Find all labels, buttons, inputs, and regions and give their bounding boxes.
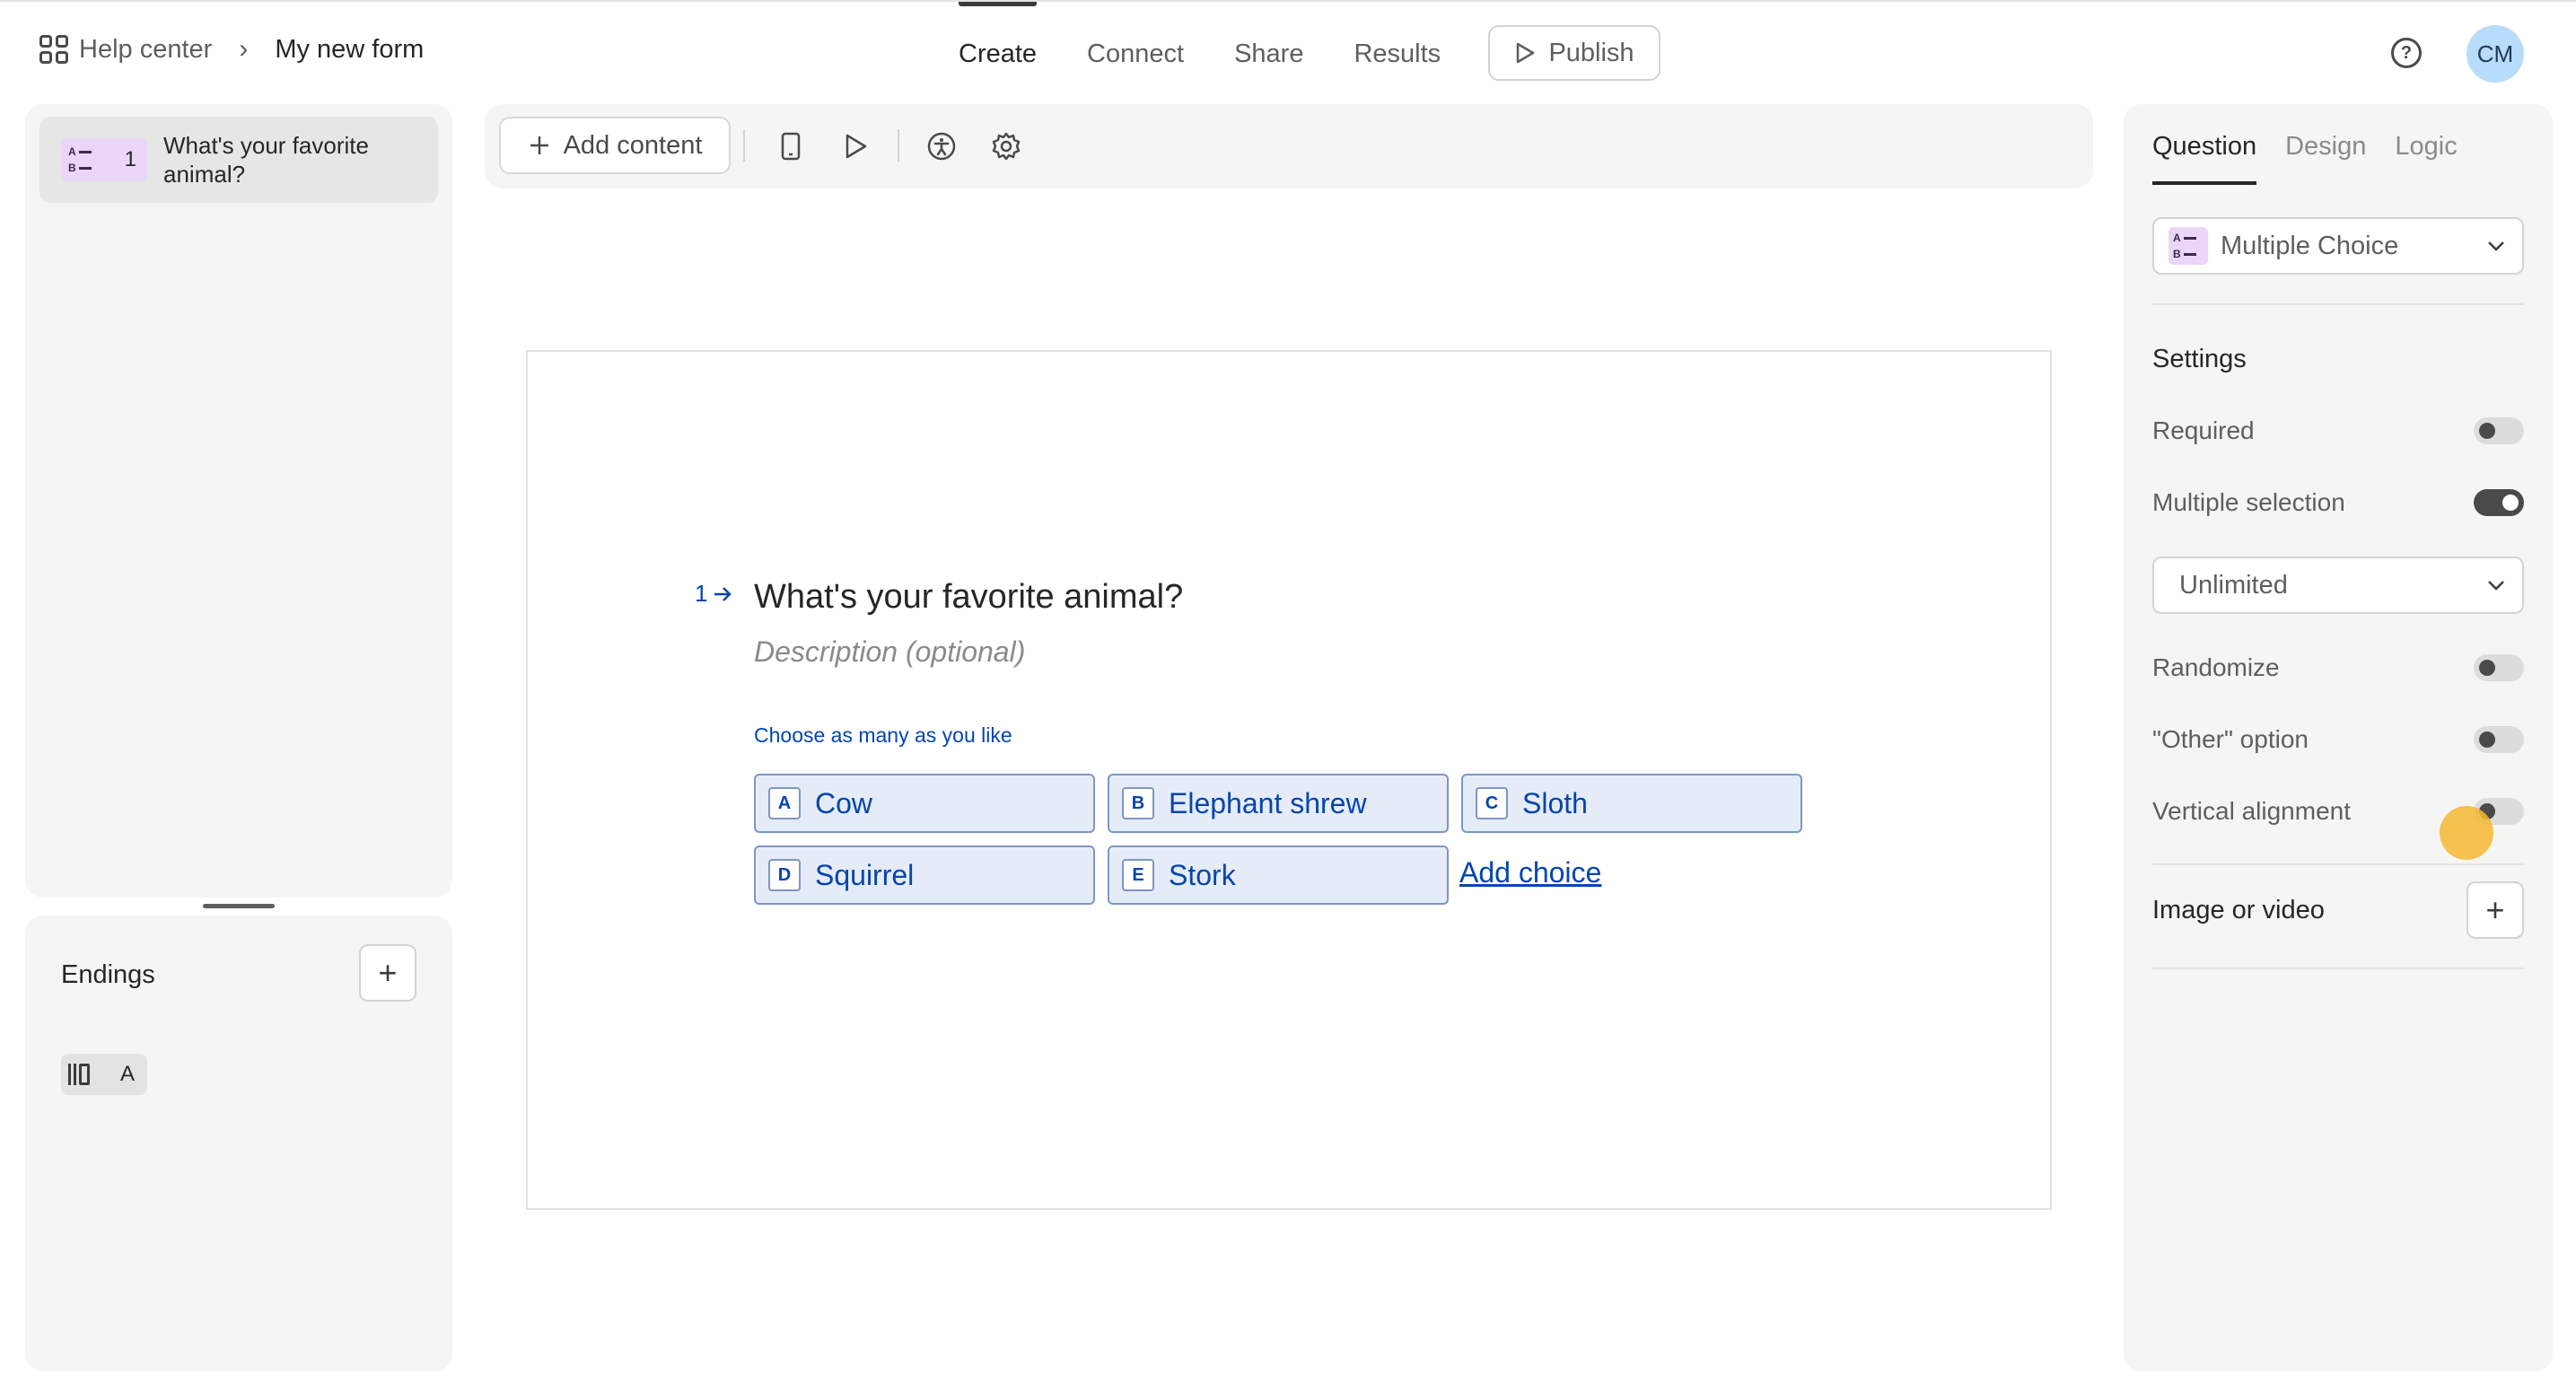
editor-toolbar: Add content bbox=[485, 104, 2093, 188]
multiple-choice-icon: AB bbox=[68, 146, 99, 173]
selection-limit-value: Unlimited bbox=[2179, 570, 2288, 600]
toolbar-divider bbox=[743, 129, 745, 162]
setting-multiple-selection: Multiple selection bbox=[2152, 485, 2524, 521]
panel-divider bbox=[2152, 303, 2524, 305]
choice-option[interactable]: B Elephant shrew bbox=[1108, 774, 1449, 833]
question-number-indicator: 1 bbox=[695, 580, 732, 608]
ending-label: A bbox=[119, 1062, 135, 1086]
tab-connect[interactable]: Connect bbox=[1087, 2, 1184, 106]
question-circle-icon[interactable]: ? bbox=[2391, 38, 2422, 68]
publish-button[interactable]: Publish bbox=[1488, 25, 1660, 81]
choice-option[interactable]: A Cow bbox=[754, 774, 1095, 833]
choice-hint: Choose as many as you like bbox=[754, 723, 1012, 747]
panel-resize-handle[interactable] bbox=[203, 904, 275, 908]
selection-limit-select[interactable]: Unlimited bbox=[2152, 556, 2524, 614]
top-bar: Help center › My new form Create Connect… bbox=[0, 0, 2576, 104]
question-list-title: What's your favorite animal? bbox=[163, 132, 369, 188]
chevron-down-icon bbox=[2488, 581, 2504, 591]
choice-option[interactable]: C Sloth bbox=[1461, 774, 1802, 833]
setting-label: Multiple selection bbox=[2152, 488, 2345, 516]
panel-divider bbox=[2152, 863, 2524, 865]
cursor-highlight bbox=[2440, 806, 2493, 860]
publish-label: Publish bbox=[1548, 38, 1634, 67]
add-choice-link[interactable]: Add choice bbox=[1459, 856, 1601, 889]
canvas-question-number: 1 bbox=[695, 580, 708, 607]
endings-heading: Endings bbox=[61, 960, 155, 989]
breadcrumb: Help center › My new form bbox=[39, 34, 424, 65]
accessibility-icon[interactable] bbox=[924, 129, 959, 163]
add-image-button[interactable]: + bbox=[2466, 881, 2524, 939]
choice-label: Cow bbox=[815, 786, 873, 819]
settings-heading: Settings bbox=[2152, 345, 2247, 373]
choice-key: E bbox=[1122, 859, 1154, 891]
required-toggle[interactable] bbox=[2474, 417, 2524, 444]
endings-panel: Endings + A bbox=[25, 916, 452, 1371]
choice-key: A bbox=[768, 787, 801, 819]
toolbar-divider bbox=[898, 129, 899, 162]
other-option-toggle[interactable] bbox=[2474, 726, 2524, 753]
question-type-select[interactable]: AB Multiple Choice bbox=[2152, 217, 2524, 275]
play-outline-icon bbox=[1517, 42, 1535, 64]
setting-label: Vertical alignment bbox=[2152, 797, 2352, 825]
tab-question[interactable]: Question bbox=[2152, 104, 2257, 188]
question-list-panel: AB 1 What's your favorite animal? bbox=[25, 104, 452, 898]
settings-tabs: Question Design Logic bbox=[2152, 104, 2458, 188]
setting-label: Randomize bbox=[2152, 653, 2280, 681]
choice-key: B bbox=[1122, 787, 1154, 819]
choice-label: Sloth bbox=[1522, 786, 1588, 819]
choice-key: D bbox=[768, 859, 801, 891]
question-list-item[interactable]: AB 1 What's your favorite animal? bbox=[39, 117, 438, 203]
question-description-input[interactable]: Description (optional) bbox=[754, 635, 1025, 669]
question-title-input[interactable]: What's your favorite animal? bbox=[754, 578, 1183, 617]
ending-item[interactable]: A bbox=[61, 1054, 147, 1095]
main-nav: Create Connect Share Results bbox=[959, 2, 1441, 106]
choice-option[interactable]: D Squirrel bbox=[754, 845, 1095, 905]
form-title[interactable]: My new form bbox=[275, 35, 424, 65]
breadcrumb-help-center[interactable]: Help center bbox=[79, 35, 212, 65]
arrow-right-icon bbox=[714, 586, 732, 601]
choice-key: C bbox=[1476, 787, 1508, 819]
tab-design[interactable]: Design bbox=[2285, 104, 2366, 188]
settings-panel: Question Design Logic AB Multiple Choice… bbox=[2124, 104, 2553, 1371]
tab-results[interactable]: Results bbox=[1354, 2, 1441, 106]
image-or-video-row: Image or video + bbox=[2152, 881, 2524, 939]
question-badge: AB 1 bbox=[61, 138, 147, 181]
choice-label: Squirrel bbox=[815, 858, 915, 891]
question-type-value: Multiple Choice bbox=[2221, 231, 2399, 260]
plus-icon bbox=[530, 136, 548, 154]
panel-divider bbox=[2152, 968, 2524, 969]
choice-option[interactable]: E Stork bbox=[1108, 845, 1449, 905]
tab-share[interactable]: Share bbox=[1234, 2, 1303, 106]
setting-label: "Other" option bbox=[2152, 725, 2309, 753]
chevron-down-icon bbox=[2488, 241, 2504, 251]
setting-randomize: Randomize bbox=[2152, 650, 2524, 686]
image-or-video-label: Image or video bbox=[2152, 895, 2325, 924]
question-number: 1 bbox=[124, 147, 136, 171]
choice-label: Stork bbox=[1169, 858, 1236, 891]
multiple-choice-icon: AB bbox=[2169, 227, 2208, 265]
play-icon[interactable] bbox=[838, 129, 872, 163]
gear-icon[interactable] bbox=[989, 129, 1023, 163]
multiple-selection-toggle[interactable] bbox=[2474, 489, 2524, 516]
setting-required: Required bbox=[2152, 413, 2524, 449]
mobile-preview-icon[interactable] bbox=[774, 129, 808, 163]
avatar[interactable]: CM bbox=[2466, 25, 2524, 83]
add-content-label: Add content bbox=[563, 130, 703, 160]
ending-icon bbox=[68, 1064, 90, 1085]
setting-label: Required bbox=[2152, 416, 2255, 444]
tab-logic[interactable]: Logic bbox=[2395, 104, 2457, 188]
add-content-button[interactable]: Add content bbox=[499, 117, 731, 174]
choice-label: Elephant shrew bbox=[1169, 786, 1367, 819]
setting-other-option: "Other" option bbox=[2152, 722, 2524, 758]
apps-grid-icon[interactable] bbox=[39, 35, 68, 64]
add-ending-button[interactable]: + bbox=[359, 944, 416, 1002]
randomize-toggle[interactable] bbox=[2474, 654, 2524, 681]
breadcrumb-separator: › bbox=[239, 34, 249, 64]
tab-create[interactable]: Create bbox=[959, 2, 1038, 106]
